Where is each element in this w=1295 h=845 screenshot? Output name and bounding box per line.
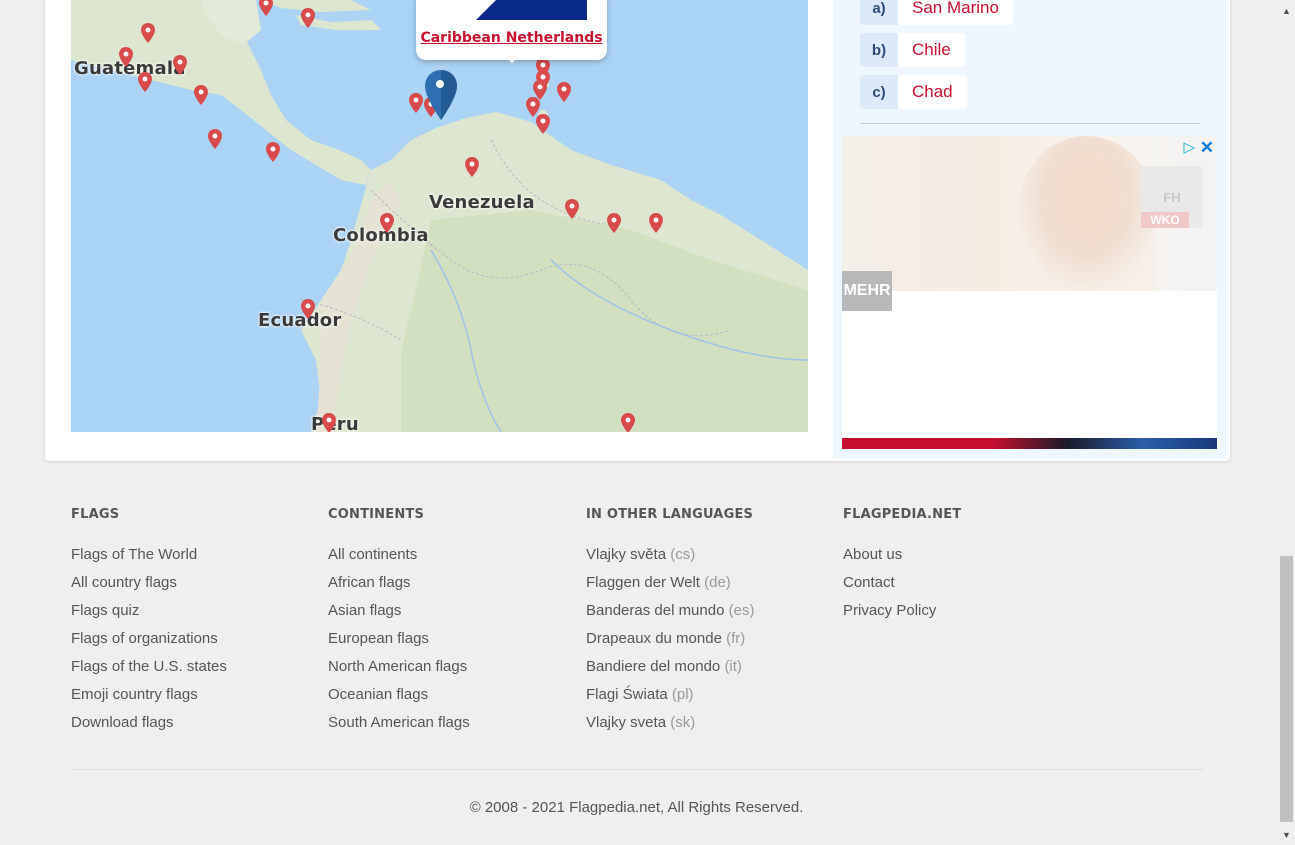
footer-language-link[interactable]: Banderas del mundo (es): [586, 602, 754, 630]
map-marker-pin[interactable]: [557, 82, 571, 102]
map-marker-pin[interactable]: [259, 0, 273, 16]
language-name: Vlajky sveta: [586, 714, 667, 731]
close-icon[interactable]: ✕: [1200, 138, 1214, 158]
footer-link[interactable]: Flags of The World: [71, 546, 227, 574]
answer-label: Chile: [898, 33, 965, 67]
language-name: Vlajky světa: [586, 546, 667, 563]
map-marker-pin[interactable]: [607, 213, 621, 233]
map-marker-pin[interactable]: [621, 413, 635, 432]
footer-link[interactable]: North American flags: [328, 658, 470, 686]
map-marker-pin[interactable]: [141, 23, 155, 43]
map-marker-pin[interactable]: [301, 8, 315, 28]
answer-letter: c): [860, 75, 898, 109]
footer-column-site: FLAGPEDIA.NET About us Contact Privacy P…: [843, 507, 961, 630]
footer-divider: [71, 769, 1203, 770]
map-marker-pin[interactable]: [208, 129, 222, 149]
quiz-divider: [860, 123, 1200, 124]
footer-link[interactable]: Flags of the U.S. states: [71, 658, 227, 686]
answer-label: Chad: [898, 75, 967, 109]
popup-tip: [499, 50, 525, 63]
footer-language-link[interactable]: Vlajky světa (cs): [586, 546, 754, 574]
map-marker-pin[interactable]: [322, 413, 336, 432]
footer-language-link[interactable]: Flaggen der Welt (de): [586, 574, 754, 602]
scroll-down-arrow-icon[interactable]: ▼: [1278, 826, 1295, 843]
map-marker-pin[interactable]: [138, 72, 152, 92]
quiz-answer-c[interactable]: c) Chad: [860, 75, 967, 109]
footer-language-link[interactable]: Vlajky sveta (sk): [586, 714, 754, 742]
footer-link[interactable]: South American flags: [328, 714, 470, 742]
country-map[interactable]: Guatemala Venezuela Colombia Ecuador Per…: [71, 0, 808, 432]
footer-link[interactable]: African flags: [328, 574, 470, 602]
answer-letter: a): [860, 0, 898, 25]
footer-column-languages: IN OTHER LANGUAGES Vlajky světa (cs) Fla…: [586, 507, 754, 742]
language-code: (de): [704, 574, 731, 591]
footer-heading: CONTINENTS: [328, 507, 425, 522]
map-marker-pin[interactable]: [465, 157, 479, 177]
footer-language-link[interactable]: Drapeaux du monde (fr): [586, 630, 754, 658]
language-code: (fr): [726, 630, 746, 647]
map-marker-pin[interactable]: [266, 142, 280, 162]
footer-heading: IN OTHER LANGUAGES: [586, 507, 754, 522]
page-scrollbar[interactable]: ▲ ▼: [1278, 0, 1295, 845]
footer-language-link[interactable]: Bandiere del mondo (it): [586, 658, 754, 686]
quiz-answer-a[interactable]: a) San Marino: [860, 0, 1013, 25]
map-marker-pin[interactable]: [649, 213, 663, 233]
quiz-answer-b[interactable]: b) Chile: [860, 33, 965, 67]
ad-banner-strip: [842, 438, 1217, 449]
footer-link[interactable]: Asian flags: [328, 602, 470, 630]
footer-heading: FLAGPEDIA.NET: [843, 507, 962, 522]
language-name: Flaggen der Welt: [586, 574, 700, 591]
footer-link[interactable]: Download flags: [71, 714, 227, 742]
language-code: (pl): [671, 686, 694, 703]
map-marker-pin[interactable]: [536, 114, 550, 134]
map-label-ecuador: Ecuador: [258, 310, 342, 331]
footer-language-link[interactable]: Flagi Świata (pl): [586, 686, 754, 714]
map-marker-pin[interactable]: [194, 85, 208, 105]
scroll-up-arrow-icon[interactable]: ▲: [1278, 2, 1295, 19]
language-name: Bandiere del mondo: [586, 658, 721, 675]
footer-link[interactable]: Contact: [843, 574, 961, 602]
answer-letter: b): [860, 33, 898, 67]
map-marker-pin[interactable]: [409, 93, 423, 113]
footer-link[interactable]: All continents: [328, 546, 470, 574]
language-code: (sk): [670, 714, 696, 731]
footer-column-flags: FLAGS Flags of The World All country fla…: [71, 507, 227, 742]
language-code: (it): [724, 658, 742, 675]
copyright-text: © 2008 - 2021 Flagpedia.net, All Rights …: [469, 799, 804, 816]
ad-more-button[interactable]: MEHR: [842, 271, 892, 311]
language-name: Drapeaux du monde: [586, 630, 722, 647]
map-marker-pin[interactable]: [173, 55, 187, 75]
language-code: (es): [728, 602, 755, 619]
adchoices-icon[interactable]: ▷: [1183, 138, 1195, 156]
map-marker-pin[interactable]: [119, 47, 133, 67]
ad-person-image: [1017, 136, 1157, 291]
language-code: (cs): [670, 546, 696, 563]
advertisement[interactable]: FH WKO MEHR ▷ ✕: [842, 136, 1217, 449]
footer-link[interactable]: About us: [843, 546, 961, 574]
footer-link[interactable]: All country flags: [71, 574, 227, 602]
footer-link[interactable]: European flags: [328, 630, 470, 658]
footer-column-continents: CONTINENTS All continents African flags …: [328, 507, 470, 742]
footer-link[interactable]: Flags quiz: [71, 602, 227, 630]
map-marker-pin[interactable]: [565, 199, 579, 219]
popup-flag-image: [436, 0, 587, 20]
footer-link[interactable]: Emoji country flags: [71, 686, 227, 714]
language-name: Banderas del mundo: [586, 602, 725, 619]
map-marker-pin[interactable]: [301, 299, 315, 319]
footer-link[interactable]: Oceanian flags: [328, 686, 470, 714]
map-label-venezuela: Venezuela: [429, 192, 535, 213]
footer-link[interactable]: Privacy Policy: [843, 602, 961, 630]
selected-map-marker[interactable]: [425, 70, 457, 120]
popup-country-link[interactable]: Caribbean Netherlands: [416, 30, 607, 46]
footer-heading: FLAGS: [71, 507, 120, 522]
language-name: Flagi Świata: [586, 686, 668, 703]
map-marker-pin[interactable]: [380, 213, 394, 233]
scrollbar-thumb[interactable]: [1280, 556, 1293, 822]
footer-link[interactable]: Flags of organizations: [71, 630, 227, 658]
ad-wko-logo: WKO: [1141, 212, 1189, 228]
map-popup: Caribbean Netherlands: [416, 0, 607, 63]
answer-label: San Marino: [898, 0, 1013, 25]
